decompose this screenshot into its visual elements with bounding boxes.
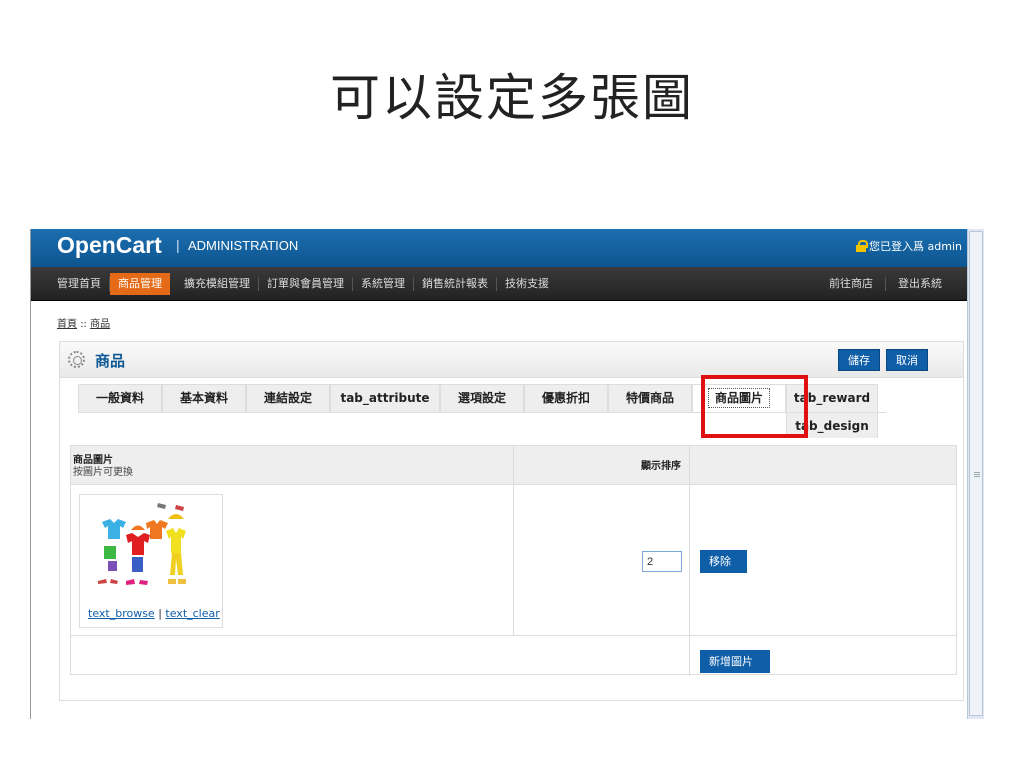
opencart-logo[interactable]: OpenCart	[57, 232, 162, 259]
product-image-thumb[interactable]: text_browse | text_clear	[79, 494, 223, 628]
column-sort-order: 顯示排序	[641, 461, 681, 472]
login-text: 您已登入爲 admin	[869, 240, 962, 253]
menu-item-support[interactable]: 技術支援	[497, 277, 557, 291]
main-menu: 管理首頁 商品管理 擴充模組管理 訂單與會員管理 系統管理 銷售統計報表 技術支…	[31, 267, 968, 301]
breadcrumb-products[interactable]: 商品	[90, 319, 110, 330]
breadcrumb-home[interactable]: 首頁	[57, 319, 77, 330]
tab-options[interactable]: 選項設定	[440, 384, 524, 412]
menu-item-extensions[interactable]: 擴充模組管理	[176, 277, 259, 291]
menu-item-logout[interactable]: 登出系統	[886, 277, 954, 291]
logo-subtitle: ADMINISTRATION	[188, 238, 299, 253]
breadcrumb: 首頁 :: 商品	[57, 315, 110, 330]
product-form-box: 商品 儲存 取消 一般資料 基本資料 連結設定 tab_attribute 選項…	[59, 341, 964, 701]
image-table: 商品圖片 按圖片可更換 顯示排序 text_browse | text_clea…	[70, 445, 957, 676]
logo-separator: |	[176, 237, 180, 253]
login-status: 您已登入爲 admin	[856, 238, 962, 254]
menu-item-system[interactable]: 系統管理	[353, 277, 414, 291]
browse-link[interactable]: text_browse	[88, 607, 155, 620]
column-image-hint: 按圖片可更換	[73, 467, 133, 478]
add-image-button[interactable]: 新增圖片	[700, 650, 770, 673]
box-heading: 商品 儲存 取消	[60, 342, 963, 378]
remove-image-button[interactable]: 移除	[700, 550, 747, 573]
tab-general[interactable]: 一般資料	[78, 384, 162, 412]
highlight-box	[701, 375, 808, 438]
menu-item-products[interactable]: 商品管理	[110, 273, 170, 295]
tab-discount[interactable]: 優惠折扣	[524, 384, 608, 412]
menu-item-reports[interactable]: 銷售統計報表	[414, 277, 497, 291]
save-button[interactable]: 儲存	[838, 349, 880, 371]
clothing-image	[98, 503, 186, 585]
tab-attribute[interactable]: tab_attribute	[330, 384, 440, 412]
menu-item-storefront[interactable]: 前往商店	[817, 277, 886, 291]
menu-item-orders-members[interactable]: 訂單與會員管理	[259, 277, 353, 291]
tab-data[interactable]: 基本資料	[162, 384, 246, 412]
clear-link[interactable]: text_clear	[165, 607, 219, 620]
page-title: 商品	[95, 352, 126, 370]
admin-header: OpenCart | ADMINISTRATION 您已登入爲 admin	[31, 229, 968, 267]
lock-icon	[856, 240, 869, 252]
breadcrumb-separator: ::	[80, 319, 87, 330]
links-separator: |	[158, 607, 162, 620]
cancel-button[interactable]: 取消	[886, 349, 928, 371]
screenshot-window: OpenCart | ADMINISTRATION 您已登入爲 admin 管理…	[30, 229, 985, 719]
slide-title: 可以設定多張圖	[330, 69, 694, 127]
vertical-scrollbar[interactable]	[967, 229, 984, 719]
tab-special[interactable]: 特價商品	[608, 384, 692, 412]
image-links: text_browse | text_clear	[88, 607, 220, 620]
sort-order-input[interactable]	[642, 551, 682, 572]
tab-links[interactable]: 連結設定	[246, 384, 330, 412]
gear-icon	[68, 351, 85, 368]
scrollbar-thumb[interactable]	[969, 231, 983, 716]
grip-icon	[974, 472, 980, 473]
menu-item-home[interactable]: 管理首頁	[49, 277, 110, 291]
